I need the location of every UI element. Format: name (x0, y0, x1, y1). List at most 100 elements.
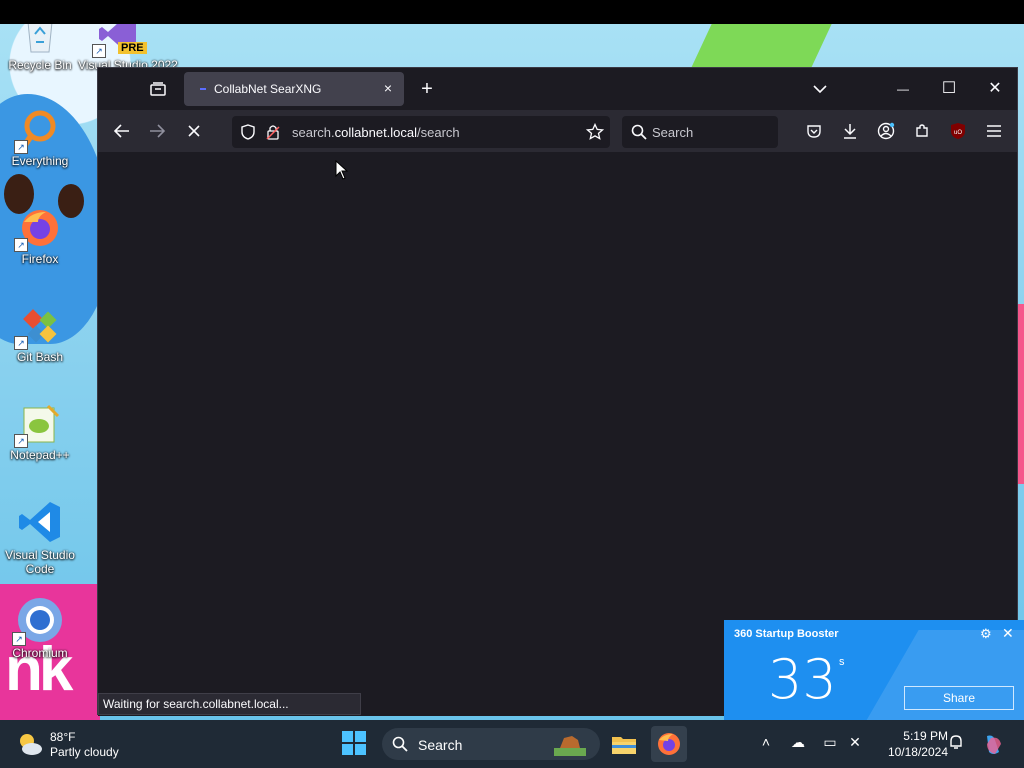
puzzle-icon (916, 124, 928, 137)
recycle-bin-icon (18, 24, 62, 56)
booster-seconds: 33 (768, 648, 837, 711)
close-window-button[interactable]: ✕ (981, 75, 1009, 103)
windows-logo-tile (355, 731, 366, 742)
show-hidden-icons-chevron-up-icon[interactable]: ˄ (756, 734, 776, 750)
network-icon[interactable]: ▭ (820, 734, 840, 751)
app-menu-button[interactable] (980, 117, 1008, 145)
firefox-view-icon (150, 82, 166, 96)
url-path: /search (417, 125, 460, 140)
tab-loading-icon (200, 88, 206, 90)
windows-logo-icon (342, 731, 353, 742)
desktop-icon-vscode[interactable]: Visual Studio Code (0, 498, 80, 576)
tab-close-button[interactable]: × (380, 80, 396, 96)
tab-collabnet-searxng[interactable]: CollabNet SearXNG × (184, 72, 404, 106)
search-bar[interactable]: Search (622, 116, 778, 148)
taskbar-firefox[interactable] (651, 726, 687, 762)
onedrive-offline-icon[interactable]: ☁ (788, 734, 808, 751)
taskbar: 88°F Partly cloudy Search ˄ ☁ ▭ ✕ 5:19 P… (0, 720, 1024, 768)
ublock-origin-icon: uO (951, 123, 965, 139)
vscode-icon (16, 498, 64, 546)
downloads-button[interactable] (836, 117, 864, 145)
tab-title: CollabNet SearXNG (214, 82, 322, 96)
visual-studio-icon: ↗ PRE (92, 24, 147, 58)
booster-unit: s (839, 656, 845, 668)
search-placeholder: Search (652, 125, 694, 140)
shortcut-arrow-icon: ↗ (14, 336, 28, 350)
clock-date: 10/18/2024 (887, 745, 948, 759)
back-arrow-icon (114, 124, 129, 138)
insecure-lock-icon (266, 125, 280, 140)
partly-cloudy-icon (20, 734, 42, 755)
account-icon (877, 122, 895, 140)
new-tab-button[interactable]: + (413, 75, 441, 103)
notepad-plus-plus-icon: ↗ (14, 402, 62, 448)
taskbar-file-explorer[interactable] (606, 726, 642, 762)
navigation-toolbar: search.collabnet.local/search Search uO (98, 110, 1017, 153)
shortcut-arrow-icon: ↗ (14, 434, 28, 448)
search-icon (631, 124, 647, 140)
taskbar-search[interactable]: Search (382, 728, 600, 760)
search-highlight-icon (554, 736, 586, 756)
folder-icon (612, 737, 636, 754)
shortcut-arrow-icon: ↗ (14, 140, 28, 154)
start-button[interactable] (342, 731, 368, 757)
desktop-icon-visual-studio[interactable]: ↗ PRE Visual Studio 2022 (78, 24, 178, 72)
pocket-button[interactable] (800, 117, 828, 145)
desktop-icon-chromium[interactable]: ↗ Chromium (0, 596, 80, 660)
taskbar-search-label: Search (418, 737, 463, 753)
pre-badge: PRE (118, 42, 147, 54)
bookmark-star-icon[interactable] (586, 123, 604, 141)
desktop-icon-label: Recycle Bin (8, 58, 72, 72)
account-button[interactable] (872, 117, 900, 145)
firefox-view-button[interactable] (144, 75, 172, 103)
desktop-icon-label: Notepad++ (10, 448, 70, 462)
gear-icon[interactable]: ⚙ (980, 626, 992, 642)
maximize-button[interactable]: ☐ (935, 75, 963, 103)
desktop-icon-recycle-bin[interactable]: Recycle Bin (0, 24, 80, 72)
tab-bar: CollabNet SearXNG × + — ☐ ✕ (98, 68, 1017, 110)
shortcut-arrow-icon: ↗ (12, 632, 26, 646)
minimize-button[interactable]: — (889, 75, 917, 103)
booster-close-icon[interactable]: ✕ (1002, 625, 1014, 642)
forward-arrow-icon (150, 124, 165, 138)
notification-bell-icon[interactable] (946, 734, 966, 753)
desktop-icon-everything[interactable]: ↗ Everything (0, 108, 80, 168)
list-all-tabs-button[interactable] (806, 75, 834, 103)
shortcut-arrow-icon: ↗ (92, 44, 106, 58)
windows-logo-tile (342, 744, 353, 755)
forward-button[interactable] (143, 117, 171, 145)
booster-title: 360 Startup Booster (734, 628, 839, 640)
download-icon (844, 124, 856, 139)
url-bar[interactable]: search.collabnet.local/search (232, 116, 610, 148)
copilot-icon[interactable] (980, 734, 1006, 759)
search-icon (392, 736, 408, 752)
clock[interactable]: 5:19 PM 10/18/2024 (870, 728, 948, 760)
chromium-icon: ↗ (12, 596, 64, 646)
chevron-down-icon (813, 85, 827, 94)
volume-muted-icon[interactable]: ✕ (845, 734, 865, 751)
back-button[interactable] (108, 117, 136, 145)
firefox-window: CollabNet SearXNG × + — ☐ ✕ search.colla… (97, 67, 1018, 716)
share-button[interactable]: Share (904, 686, 1014, 710)
stop-button[interactable] (180, 117, 208, 145)
weather-condition: Partly cloudy (50, 745, 119, 759)
extensions-button[interactable] (908, 117, 936, 145)
url-text: search.collabnet.local/search (292, 125, 460, 140)
startup-booster-popup: 360 Startup Booster ⚙ ✕ 33 s Share (724, 620, 1024, 720)
desktop-icon-git-bash[interactable]: ↗ Git Bash (0, 304, 80, 364)
desktop-icon-firefox[interactable]: ↗ Firefox (0, 206, 80, 266)
ublock-button[interactable]: uO (944, 117, 972, 145)
desktop-icon-label: Everything (11, 154, 69, 168)
url-prefix: search. (292, 125, 335, 140)
git-bash-icon: ↗ (14, 304, 62, 350)
desktop-icon-notepad-plus-plus[interactable]: ↗ Notepad++ (0, 402, 80, 462)
stop-icon (188, 125, 200, 137)
desktop-icon-label: Visual Studio Code (5, 548, 75, 576)
weather-widget[interactable]: 88°F Partly cloudy (16, 728, 156, 760)
clock-time: 5:19 PM (903, 729, 948, 743)
svg-text:uO: uO (954, 130, 962, 136)
url-domain: collabnet.local (334, 125, 418, 140)
magnifier-icon: ↗ (14, 108, 62, 154)
firefox-icon (658, 733, 680, 755)
shield-icon (241, 124, 255, 140)
